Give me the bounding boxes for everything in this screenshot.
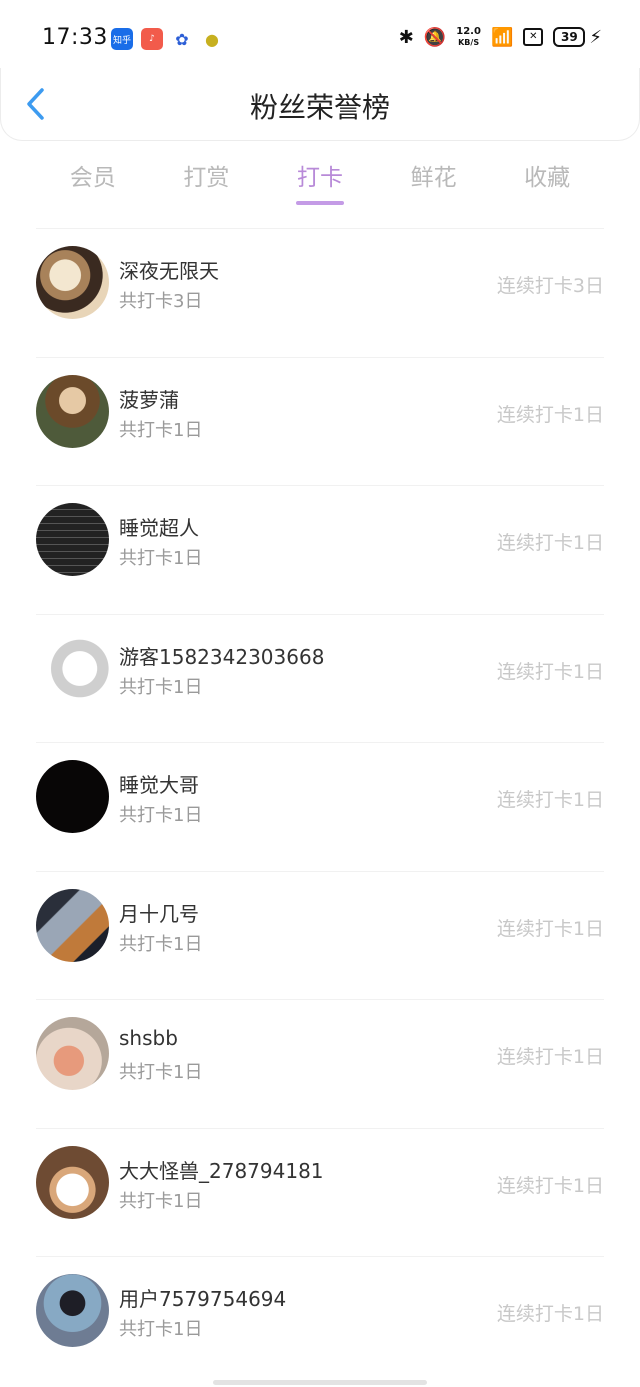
battery-level: 39 [553,27,586,47]
total-checkins: 共打卡1日 [119,419,203,441]
network-speed-unit: KB/S [458,38,480,47]
network-speed: 12.0 KB/S [456,26,481,48]
avatar[interactable] [36,246,109,319]
network-speed-value: 12.0 [456,26,481,37]
checkin-streak: 连续打卡1日 [496,660,604,683]
checkin-streak: 连续打卡3日 [496,275,604,297]
total-checkins: 共打卡3日 [119,291,203,312]
list-item[interactable]: 大大怪兽_278794181 共打卡1日 连续打卡1日 [36,1127,604,1257]
list-item[interactable]: 菠萝蒲 共打卡1日 连续打卡1日 [36,356,604,486]
avatar[interactable] [36,888,109,962]
checkin-streak: 连续打卡1日 [496,917,604,940]
total-checkins: 共打卡1日 [119,1190,203,1212]
status-time: 17:33 [42,25,108,50]
wifi-icon: 📶 [490,26,514,48]
tab-favorites[interactable]: 收藏 [490,158,604,212]
silent-bell-icon: 🔕 [423,26,447,48]
avatar[interactable] [36,631,109,705]
list-item[interactable]: 游客1582342303668 共打卡1日 连续打卡1日 [36,613,604,743]
bird-icon: ● [201,28,223,50]
list-item[interactable]: 深夜无限天 共打卡3日 连续打卡3日 [36,228,604,357]
page-title: 粉丝荣誉榜 [249,91,390,124]
total-checkins: 共打卡1日 [119,805,203,826]
fan-name: 睡觉超人 [119,516,199,540]
list-item[interactable]: 用户7579754694 共打卡1日 连续打卡1日 [36,1256,604,1385]
checkin-streak: 连续打卡1日 [496,1046,604,1068]
tab-tips[interactable]: 打赏 [150,158,264,212]
music-icon: ♪ [141,28,163,50]
list-item[interactable]: 月十几号 共打卡1日 连续打卡1日 [36,870,604,1000]
page-header: 粉丝荣誉榜 [0,68,640,141]
sim-off-icon: ✕ [523,28,544,46]
checkin-streak: 连续打卡1日 [496,532,604,554]
tab-flowers[interactable]: 鲜花 [377,158,491,212]
list-item[interactable]: shsbb 共打卡1日 连续打卡1日 [36,999,604,1128]
status-bar: 17:33 知乎 ♪ ✿ ● ✱ 🔕 12.0 KB/S 📶 ✕ 39 ⚡ [0,0,640,76]
fan-name: 睡觉大哥 [119,773,199,797]
fan-name: 菠萝蒲 [119,387,179,412]
fan-name: 大大怪兽_278794181 [119,1158,324,1183]
avatar[interactable] [36,1274,109,1347]
fan-name: 深夜无限天 [119,259,219,283]
system-icons: ✱ 🔕 12.0 KB/S 📶 ✕ 39 ⚡ [399,26,602,48]
charging-icon: ⚡ [589,26,602,48]
tab-membership[interactable]: 会员 [36,158,150,212]
avatar[interactable] [36,760,109,833]
checkin-streak: 连续打卡1日 [496,789,604,811]
tab-bar: 会员 打赏 打卡 鲜花 收藏 [36,158,604,212]
fan-name: shsbb [119,1026,178,1050]
total-checkins: 共打卡1日 [119,548,203,569]
notification-icons: 知乎 ♪ ✿ ● [111,28,223,50]
fan-name: 月十几号 [119,901,199,926]
fan-name: 用户7579754694 [119,1287,287,1311]
list-item[interactable]: 睡觉大哥 共打卡1日 连续打卡1日 [36,742,604,871]
checkin-streak: 连续打卡1日 [496,1174,604,1197]
checkin-streak: 连续打卡1日 [496,1303,604,1325]
total-checkins: 共打卡1日 [119,1062,203,1083]
avatar[interactable] [36,1017,109,1090]
list-item[interactable]: 睡觉超人 共打卡1日 连续打卡1日 [36,485,604,614]
fan-name: 游客1582342303668 [119,644,325,669]
home-indicator[interactable] [213,1380,427,1385]
total-checkins: 共打卡1日 [119,676,203,698]
zhihu-app-icon: 知乎 [111,28,133,50]
checkin-streak: 连续打卡1日 [496,403,604,426]
fan-list: 深夜无限天 共打卡3日 连续打卡3日 菠萝蒲 共打卡1日 连续打卡1日 睡觉超人… [36,228,604,1385]
avatar[interactable] [36,503,109,576]
total-checkins: 共打卡1日 [119,1319,203,1340]
tab-checkin[interactable]: 打卡 [263,158,377,212]
bluetooth-icon: ✱ [398,26,414,48]
avatar[interactable] [36,1145,109,1219]
total-checkins: 共打卡1日 [119,933,203,955]
avatar[interactable] [36,374,109,448]
baidu-paw-icon: ✿ [171,28,193,50]
